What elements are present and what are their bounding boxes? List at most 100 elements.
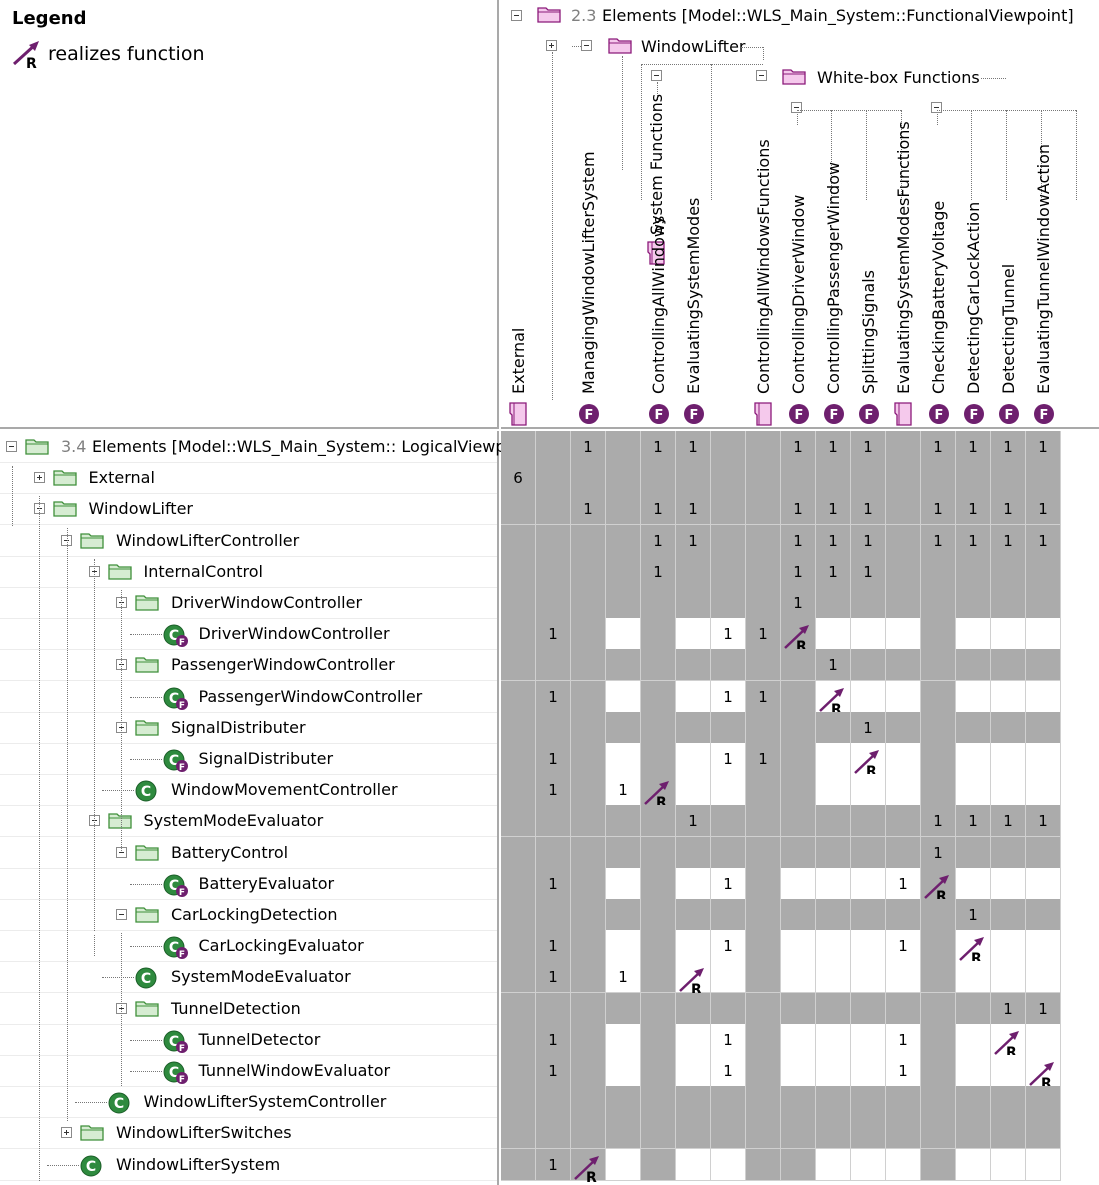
matrix-cell[interactable] xyxy=(501,556,536,588)
matrix-cell[interactable] xyxy=(956,462,991,494)
matrix-cell[interactable]: 1 xyxy=(851,712,886,744)
matrix-cell[interactable] xyxy=(781,1086,816,1118)
matrix-cell[interactable] xyxy=(781,712,816,744)
matrix-cell[interactable] xyxy=(676,712,711,744)
matrix-cell[interactable] xyxy=(921,712,956,744)
matrix-cell[interactable] xyxy=(816,462,851,494)
matrix-cell[interactable] xyxy=(711,993,746,1025)
matrix-cell[interactable] xyxy=(571,681,606,713)
matrix-cell[interactable]: 1 xyxy=(641,556,676,588)
matrix-cell[interactable] xyxy=(571,1024,606,1056)
matrix-cell[interactable] xyxy=(921,961,956,993)
matrix-cell[interactable] xyxy=(676,1117,711,1149)
matrix-cell[interactable] xyxy=(746,1086,781,1118)
matrix-cell[interactable]: 1 xyxy=(816,431,851,463)
matrix-cell[interactable] xyxy=(816,774,851,806)
matrix-cell[interactable] xyxy=(571,525,606,557)
matrix-cell[interactable] xyxy=(606,556,641,588)
column-header-6[interactable]: EvaluatingSystemModes xyxy=(684,198,704,394)
matrix-cell[interactable]: 1 xyxy=(711,1055,746,1087)
matrix-cell[interactable]: 1 xyxy=(676,805,711,837)
matrix-cell[interactable] xyxy=(536,712,571,744)
matrix-cell[interactable] xyxy=(851,462,886,494)
matrix-cell[interactable] xyxy=(536,1086,571,1118)
matrix-cell[interactable] xyxy=(956,1149,991,1181)
matrix-cell[interactable] xyxy=(571,649,606,681)
matrix-cell[interactable] xyxy=(1026,1149,1061,1181)
matrix-cell[interactable] xyxy=(676,743,711,775)
matrix-cell[interactable] xyxy=(676,556,711,588)
matrix-cell[interactable]: 6 xyxy=(501,462,536,494)
matrix-cell[interactable] xyxy=(676,774,711,806)
matrix-cell[interactable]: 1 xyxy=(851,493,886,525)
matrix-cell[interactable]: 1 xyxy=(676,431,711,463)
row-label[interactable]: BatteryControl xyxy=(171,843,288,863)
matrix-cell[interactable] xyxy=(1026,587,1061,619)
matrix-cell[interactable] xyxy=(921,899,956,931)
matrix-cell[interactable]: 1 xyxy=(536,1055,571,1087)
matrix-cell[interactable] xyxy=(816,899,851,931)
matrix-cell[interactable] xyxy=(991,899,1026,931)
matrix-cell[interactable]: 1 xyxy=(571,431,606,463)
matrix-cell[interactable] xyxy=(1026,462,1061,494)
matrix-cell[interactable] xyxy=(886,556,921,588)
matrix-cell[interactable] xyxy=(676,1024,711,1056)
matrix-cell[interactable] xyxy=(641,1024,676,1056)
matrix-cell[interactable] xyxy=(606,743,641,775)
matrix-cell[interactable] xyxy=(676,681,711,713)
matrix-cell[interactable]: 1 xyxy=(536,774,571,806)
matrix-cell[interactable] xyxy=(746,462,781,494)
matrix-cell[interactable] xyxy=(501,618,536,650)
matrix-cell[interactable]: 1 xyxy=(816,649,851,681)
matrix-cell[interactable]: 1 xyxy=(991,493,1026,525)
matrix-cell[interactable] xyxy=(641,649,676,681)
matrix-cell[interactable] xyxy=(816,618,851,650)
matrix-cell[interactable] xyxy=(956,774,991,806)
matrix-cell[interactable] xyxy=(536,431,571,463)
matrix-cell[interactable] xyxy=(956,1055,991,1087)
matrix-cell[interactable]: 1 xyxy=(606,774,641,806)
matrix-cell[interactable] xyxy=(816,587,851,619)
matrix-cell[interactable] xyxy=(851,961,886,993)
matrix-cell[interactable] xyxy=(571,930,606,962)
matrix-cell[interactable] xyxy=(536,525,571,557)
matrix-cell[interactable] xyxy=(536,837,571,869)
matrix-cell[interactable] xyxy=(851,837,886,869)
matrix-cell[interactable]: 1 xyxy=(641,431,676,463)
matrix-cell[interactable] xyxy=(641,961,676,993)
matrix-cell[interactable] xyxy=(571,712,606,744)
matrix-cell[interactable] xyxy=(956,618,991,650)
matrix-cell[interactable] xyxy=(781,1149,816,1181)
matrix-cell[interactable] xyxy=(746,431,781,463)
matrix-cell[interactable] xyxy=(991,774,1026,806)
row-label[interactable]: External xyxy=(89,468,155,488)
matrix-cell[interactable]: 1 xyxy=(816,556,851,588)
matrix-cell[interactable] xyxy=(781,805,816,837)
matrix-cell[interactable] xyxy=(746,993,781,1025)
matrix-cell[interactable] xyxy=(851,993,886,1025)
matrix-cell[interactable] xyxy=(746,649,781,681)
matrix-cell[interactable] xyxy=(921,774,956,806)
matrix-cell[interactable] xyxy=(711,837,746,869)
matrix-cell[interactable] xyxy=(536,462,571,494)
matrix-cell[interactable]: 1 xyxy=(711,868,746,900)
matrix-cell[interactable] xyxy=(501,837,536,869)
matrix-cell[interactable] xyxy=(1026,961,1061,993)
row-label[interactable]: Elements [Model::WLS_Main_System:: Logic… xyxy=(92,437,506,457)
row-label[interactable]: InternalControl xyxy=(144,562,264,582)
matrix-cell[interactable] xyxy=(991,1117,1026,1149)
matrix-cell[interactable] xyxy=(781,961,816,993)
matrix-cell[interactable] xyxy=(851,774,886,806)
matrix-cell[interactable] xyxy=(676,462,711,494)
matrix-cell[interactable] xyxy=(536,649,571,681)
matrix-cell[interactable]: 1 xyxy=(711,618,746,650)
matrix-cell[interactable] xyxy=(746,1024,781,1056)
matrix-cell[interactable]: 1 xyxy=(886,1024,921,1056)
matrix-cell[interactable] xyxy=(606,1055,641,1087)
matrix-cell[interactable]: 1 xyxy=(781,493,816,525)
matrix-cell[interactable] xyxy=(851,868,886,900)
row-label[interactable]: WindowLifterSystemController xyxy=(144,1092,387,1112)
matrix-cell[interactable]: 1 xyxy=(886,930,921,962)
row-label[interactable]: WindowMovementController xyxy=(171,780,398,800)
matrix-cell[interactable]: 1 xyxy=(1026,431,1061,463)
